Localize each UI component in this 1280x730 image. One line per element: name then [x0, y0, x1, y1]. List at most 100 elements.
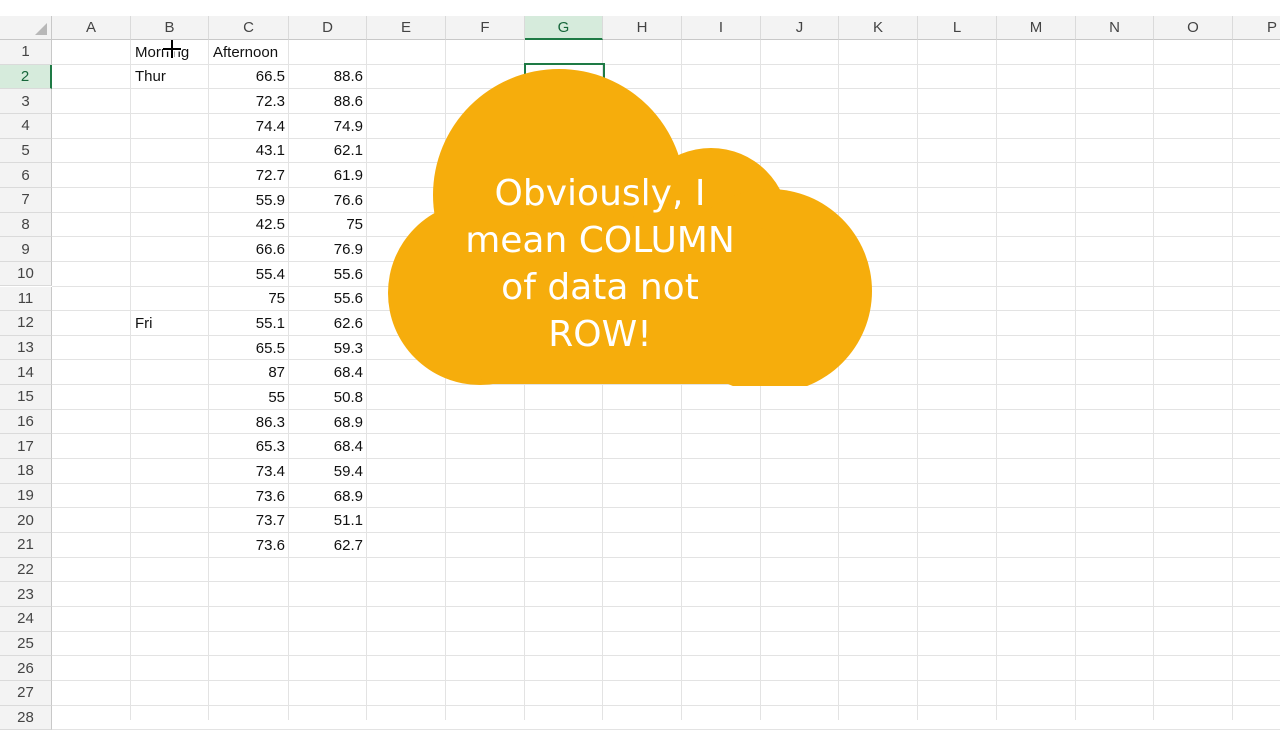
cell-afternoon-value[interactable]: 68.9 — [289, 410, 367, 435]
column-header-p[interactable]: P — [1233, 16, 1280, 40]
cell-morning-value[interactable]: 65.3 — [209, 434, 289, 459]
cell-morning-value[interactable]: 74.4 — [209, 114, 289, 139]
select-all-corner[interactable] — [0, 16, 52, 40]
column-header-i[interactable]: I — [682, 16, 761, 40]
cell-afternoon-value[interactable]: 68.4 — [289, 434, 367, 459]
column-header-d[interactable]: D — [289, 16, 367, 40]
cell-morning-value[interactable]: 66.6 — [209, 237, 289, 262]
cell-morning-value[interactable]: 73.4 — [209, 459, 289, 484]
column-header-o[interactable]: O — [1154, 16, 1233, 40]
cell-morning-value[interactable]: 73.7 — [209, 508, 289, 533]
cell-morning-value[interactable]: 55.9 — [209, 188, 289, 213]
cell-morning-value[interactable]: 55 — [209, 385, 289, 410]
move-cursor-icon — [163, 40, 181, 58]
cell-afternoon-value[interactable]: 50.8 — [289, 385, 367, 410]
column-header-j[interactable]: J — [761, 16, 839, 40]
row-header-1[interactable]: 1 — [0, 40, 52, 65]
row-header-23[interactable]: 23 — [0, 582, 52, 607]
column-header-h[interactable]: H — [603, 16, 682, 40]
gridline-horizontal — [52, 581, 1280, 583]
row-header-11[interactable]: 11 — [0, 286, 52, 312]
column-header-l[interactable]: L — [918, 16, 997, 40]
gridline-vertical — [1232, 40, 1233, 720]
cell-afternoon-value[interactable]: 76.6 — [289, 188, 367, 213]
row-header-14[interactable]: 14 — [0, 360, 52, 386]
cell-morning-value[interactable]: 42.5 — [209, 213, 289, 238]
cell-morning-value[interactable]: 87 — [209, 360, 289, 385]
callout-text: Obviously, I mean COLUMN of data not ROW… — [440, 170, 760, 358]
row-header-9[interactable]: 9 — [0, 237, 52, 262]
cell-morning-value[interactable]: 55.1 — [209, 311, 289, 336]
column-header-m[interactable]: M — [997, 16, 1076, 40]
cell-c1-header[interactable]: Afternoon — [209, 40, 369, 65]
row-header-26[interactable]: 26 — [0, 656, 52, 681]
gridline-horizontal — [52, 605, 1280, 607]
cell-morning-value[interactable]: 75 — [209, 287, 289, 312]
callout-line: mean COLUMN — [465, 220, 735, 261]
row-header-15[interactable]: 15 — [0, 385, 52, 410]
cell-afternoon-value[interactable]: 68.4 — [289, 360, 367, 385]
column-header-e[interactable]: E — [367, 16, 446, 40]
row-header-8[interactable]: 8 — [0, 212, 52, 238]
row-header-22[interactable]: 22 — [0, 557, 52, 583]
cell-morning-value[interactable]: 65.5 — [209, 336, 289, 361]
gridline-vertical — [1153, 40, 1154, 720]
cell-afternoon-value[interactable]: 59.3 — [289, 336, 367, 361]
gridline-vertical — [996, 40, 997, 720]
row-header-28[interactable]: 28 — [0, 705, 52, 730]
column-header-g[interactable]: G — [525, 16, 603, 40]
cell-afternoon-value[interactable]: 61.9 — [289, 163, 367, 188]
cell-afternoon-value[interactable]: 88.6 — [289, 65, 367, 90]
row-header-21[interactable]: 21 — [0, 533, 52, 558]
column-header-f[interactable]: F — [446, 16, 525, 40]
cell-afternoon-value[interactable]: 68.9 — [289, 484, 367, 509]
cell-morning-value[interactable]: 55.4 — [209, 262, 289, 287]
row-header-19[interactable]: 19 — [0, 483, 52, 509]
row-header-24[interactable]: 24 — [0, 606, 52, 632]
column-header-n[interactable]: N — [1076, 16, 1154, 40]
row-header-4[interactable]: 4 — [0, 113, 52, 139]
callout-line: of data not — [501, 267, 699, 308]
gridline-horizontal — [52, 630, 1280, 632]
cell-morning-value[interactable]: 73.6 — [209, 484, 289, 509]
cell-morning-value[interactable]: 73.6 — [209, 533, 289, 558]
cell-afternoon-value[interactable]: 88.6 — [289, 89, 367, 114]
cell-afternoon-value[interactable]: 55.6 — [289, 262, 367, 287]
row-header-12[interactable]: 12 — [0, 311, 52, 336]
cell-morning-value[interactable]: 72.7 — [209, 163, 289, 188]
row-header-27[interactable]: 27 — [0, 680, 52, 706]
row-header-5[interactable]: 5 — [0, 138, 52, 164]
row-header-3[interactable]: 3 — [0, 89, 52, 114]
gridline-vertical — [130, 40, 131, 720]
cell-afternoon-value[interactable]: 76.9 — [289, 237, 367, 262]
cell-afternoon-value[interactable]: 62.6 — [289, 311, 367, 336]
row-header-13[interactable]: 13 — [0, 335, 52, 361]
row-header-25[interactable]: 25 — [0, 631, 52, 657]
column-header-c[interactable]: C — [209, 16, 289, 40]
row-header-18[interactable]: 18 — [0, 459, 52, 484]
cell-afternoon-value[interactable]: 74.9 — [289, 114, 367, 139]
cell-afternoon-value[interactable]: 55.6 — [289, 287, 367, 312]
cell-afternoon-value[interactable]: 62.7 — [289, 533, 367, 558]
column-header-k[interactable]: K — [839, 16, 918, 40]
cell-morning-value[interactable]: 66.5 — [209, 65, 289, 90]
row-header-16[interactable]: 16 — [0, 409, 52, 435]
row-header-7[interactable]: 7 — [0, 187, 52, 213]
row-header-6[interactable]: 6 — [0, 163, 52, 188]
cell-afternoon-value[interactable]: 59.4 — [289, 459, 367, 484]
row-header-20[interactable]: 20 — [0, 508, 52, 533]
column-header-a[interactable]: A — [52, 16, 131, 40]
cell-afternoon-value[interactable]: 75 — [289, 213, 367, 238]
column-header-b[interactable]: B — [131, 16, 209, 40]
row-header-2[interactable]: 2 — [0, 64, 52, 90]
gridline-horizontal — [52, 655, 1280, 657]
gridline-vertical — [1075, 40, 1076, 720]
cell-afternoon-value[interactable]: 62.1 — [289, 139, 367, 164]
row-header-10[interactable]: 10 — [0, 261, 52, 287]
cell-afternoon-value[interactable]: 51.1 — [289, 508, 367, 533]
cell-morning-value[interactable]: 86.3 — [209, 410, 289, 435]
cell-morning-value[interactable]: 43.1 — [209, 139, 289, 164]
row-header-17[interactable]: 17 — [0, 434, 52, 460]
cell-morning-value[interactable]: 72.3 — [209, 89, 289, 114]
gridline-vertical — [917, 40, 918, 720]
